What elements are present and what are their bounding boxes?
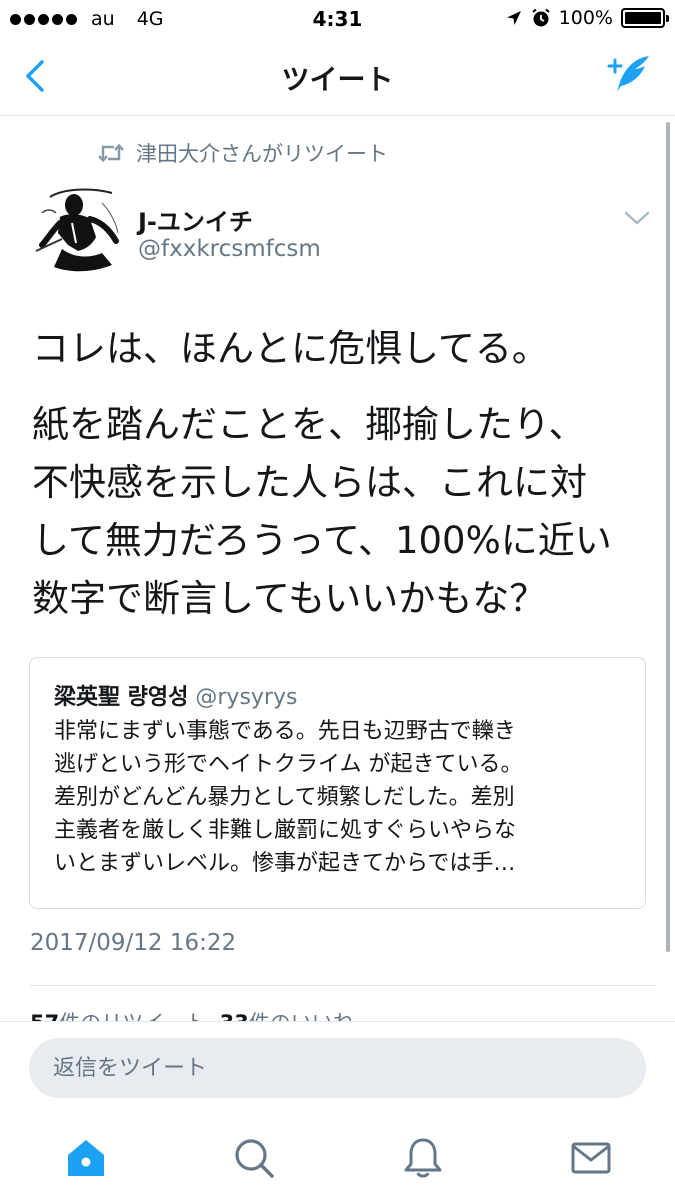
- battery-percent: 100%: [558, 7, 613, 29]
- tab-messages[interactable]: [563, 1132, 619, 1184]
- status-bar: au 4G 4:31 100%: [0, 0, 675, 38]
- scroll-indicator[interactable]: [666, 122, 670, 952]
- tweet-line: 不快感を示した人らは、これに対: [32, 461, 587, 504]
- author-name[interactable]: J-ユンイチ: [138, 202, 253, 237]
- tweet-line: 紙を踏んだことを、揶揄したり、: [32, 403, 586, 446]
- home-icon: [68, 1140, 104, 1176]
- battery-icon: [621, 8, 669, 28]
- avatar-illustration: [32, 183, 124, 275]
- quoted-tweet-card[interactable]: 梁英聖 량영성 @rysyrys 非常にまずい事態である。先日も辺野古で轢き 逃…: [29, 657, 646, 909]
- reply-bar: [0, 1021, 675, 1116]
- tab-search[interactable]: [226, 1132, 282, 1184]
- tab-bar: [0, 1116, 675, 1200]
- quoted-author-name: 梁英聖 량영성: [54, 685, 189, 710]
- reply-input[interactable]: [29, 1038, 646, 1098]
- tab-home[interactable]: [58, 1132, 114, 1184]
- quoted-line: 差別がどんどん暴力として頻繁しだした。差別: [54, 785, 515, 810]
- envelope-icon: [571, 1142, 611, 1174]
- author-handle[interactable]: @fxxkrcsmfcsm: [138, 236, 321, 262]
- tweet-options-button[interactable]: [622, 206, 652, 230]
- tweet-paragraph: コレは、ほんとに危惧してる。: [32, 327, 549, 370]
- tweet-text: コレは、ほんとに危惧してる。 紙を踏んだことを、揶揄したり、 不快感を示した人ら…: [32, 320, 662, 628]
- quoted-author-handle: @rysyrys: [195, 685, 298, 710]
- quoted-tweet-header: 梁英聖 량영성 @rysyrys: [54, 679, 297, 711]
- tweet-line: して無力だろうって、100%に近い: [32, 519, 612, 562]
- search-icon: [235, 1139, 274, 1178]
- tweet-paragraph: 紙を踏んだことを、揶揄したり、 不快感を示した人らは、これに対 して無力だろうっ…: [32, 396, 662, 628]
- compose-tweet-button[interactable]: [605, 52, 653, 100]
- tweet-timestamp: 2017/09/12 16:22: [30, 930, 237, 956]
- retweet-context[interactable]: 津田大介さんがリツイート: [96, 138, 388, 168]
- tab-notifications[interactable]: [395, 1132, 451, 1184]
- alarm-clock-icon: [532, 8, 550, 27]
- navigation-bar: ツイート: [0, 38, 675, 116]
- quoted-line: 主義者を厳しく非難し厳罰に処すぐらいやらな: [54, 818, 517, 843]
- compose-tweet-icon: [607, 56, 649, 92]
- quoted-line: 非常にまずい事態である。先日も辺野古で轢き: [54, 719, 516, 744]
- chevron-down-icon: [624, 211, 650, 225]
- retweet-context-label: 津田大介さんがリツイート: [136, 142, 388, 166]
- retweet-icon: [98, 143, 124, 163]
- avatar[interactable]: [32, 183, 124, 275]
- divider: [30, 985, 655, 986]
- tweet-line: 数字で断言してもいいかもな？: [32, 577, 547, 620]
- location-arrow-icon: [506, 11, 521, 25]
- quoted-line: いとまずいレベル。惨事が起きてからでは手…: [54, 851, 516, 876]
- bell-icon: [404, 1138, 442, 1178]
- status-right: 100%: [505, 7, 669, 29]
- quoted-line: 逃げという形でヘイトクライム が起きている。: [54, 752, 523, 777]
- quoted-tweet-text: 非常にまずい事態である。先日も辺野古で轢き 逃げという形でヘイトクライム が起き…: [54, 715, 629, 880]
- page-title: ツイート: [281, 63, 394, 96]
